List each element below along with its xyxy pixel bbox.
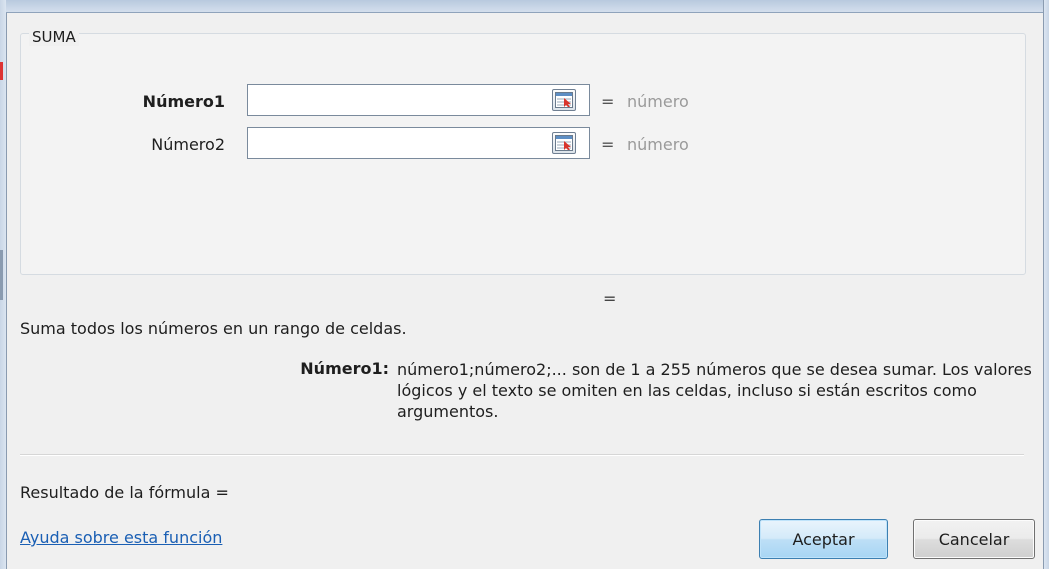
window-title-bar <box>6 0 1044 13</box>
window-right-edge <box>1043 0 1049 569</box>
edge-marker <box>0 62 3 80</box>
collapse-dialog-icon[interactable] <box>552 132 576 154</box>
argument-2-result: número <box>627 135 689 154</box>
argument-1-result: número <box>627 92 689 111</box>
argument-help-text: número1;número2;... son de 1 a 255 númer… <box>397 360 1032 421</box>
collapse-dialog-icon[interactable] <box>552 89 576 111</box>
separator <box>20 454 1024 456</box>
ok-button[interactable]: Aceptar <box>759 519 888 559</box>
argument-1-label: Número1 <box>142 92 225 111</box>
function-description: Suma todos los números en un rango de ce… <box>20 319 407 338</box>
total-result-equals: = <box>603 289 617 308</box>
window-left-edge <box>0 0 7 569</box>
function-group-box: Número1 = número Número2 = número <box>20 33 1026 275</box>
function-name-title: SUMA <box>29 28 79 46</box>
formula-result: Resultado de la fórmula = <box>20 483 229 502</box>
argument-2-input[interactable] <box>247 127 590 159</box>
function-arguments-dialog: Número1 = número Número2 = número SUMA =… <box>7 13 1043 569</box>
edge-marker <box>0 250 3 300</box>
argument-1-equals: = <box>601 92 615 111</box>
argument-2-equals: = <box>601 135 615 154</box>
argument-1-input[interactable] <box>247 84 590 116</box>
help-link[interactable]: Ayuda sobre esta función <box>20 528 222 547</box>
cancel-button[interactable]: Cancelar <box>913 519 1035 559</box>
argument-2-label: Número2 <box>151 135 225 154</box>
argument-help-name: Número1: <box>300 359 389 378</box>
